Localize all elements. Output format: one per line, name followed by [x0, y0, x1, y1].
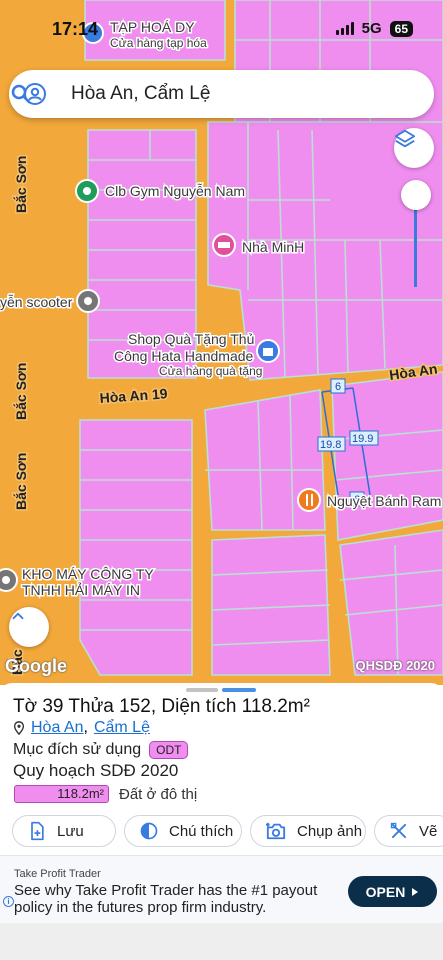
draw-tools-icon [390, 822, 407, 839]
purpose-code-badge: ODT [149, 741, 189, 759]
map-parcel [331, 371, 443, 541]
poi-name: Clb Gym Nguyễn Nam [105, 183, 245, 199]
action-row: Lưu Chú thích Chụp ảnh Vẽ [12, 815, 443, 847]
save-button[interactable]: Lưu [12, 815, 116, 847]
map-view[interactable]: Bắc Sơn Bắc Sơn Bắc Sơn Bắc Hòa An 19 Hò… [0, 0, 443, 685]
poi-name-line1: KHO MÁY CÔNG TY [22, 566, 154, 582]
collapse-button[interactable] [9, 607, 49, 647]
poi-name-line2: TNHH HẢI MÁY IN [22, 582, 140, 598]
layers-button[interactable] [394, 128, 434, 168]
ad-banner[interactable]: Take Profit Trader See why Take Profit T… [0, 855, 443, 923]
poi-name-line1: Shop Quà Tặng Thủ [128, 331, 254, 347]
district-link[interactable]: Cẩm Lệ [94, 719, 150, 737]
layers-icon [394, 129, 416, 148]
map-parcel [339, 529, 443, 676]
signal-icon [335, 22, 354, 35]
location-pin-icon [13, 721, 25, 735]
bottom-bar [0, 923, 443, 960]
dim-top: 6 [335, 381, 341, 393]
app-screen: Bắc Sơn Bắc Sơn Bắc Sơn Bắc Hòa An 19 Hò… [0, 0, 443, 960]
poi-category: Cửa hàng quà tặng [159, 364, 262, 378]
search-icon[interactable] [9, 82, 33, 106]
ad-open-label: OPEN [365, 883, 406, 900]
purpose-row: Mục đích sử dụng ODT [13, 741, 189, 759]
poi-scooter[interactable]: yễn scooter [0, 289, 100, 313]
status-time: 17:14 [52, 19, 99, 39]
dim-left: 19.8 [320, 439, 341, 451]
location-separator: , [83, 719, 88, 736]
ward-link[interactable]: Hòa An [31, 719, 83, 737]
draw-button[interactable]: Vẽ [374, 815, 443, 847]
opacity-slider-thumb[interactable] [401, 180, 431, 210]
ad-info-icon[interactable]: i [3, 896, 14, 907]
photo-button[interactable]: Chụp ảnh [250, 815, 366, 847]
legend-row: 118.2m² Đất ở đô thị [14, 785, 197, 803]
legend-swatch: 118.2m² [14, 785, 109, 803]
photo-label: Chụp ảnh [297, 822, 363, 840]
ad-open-button[interactable]: OPEN [348, 876, 437, 907]
poi-name: Nhà MinH [242, 239, 304, 255]
save-label: Lưu [57, 822, 84, 840]
map-source-label: QHSDĐ 2020 [355, 658, 435, 673]
poi-name: yễn scooter [0, 294, 73, 310]
camera-add-icon [266, 822, 286, 840]
legend-text: Đất ở đô thị [119, 785, 198, 803]
draw-label: Vẽ [419, 822, 438, 840]
poi-name: Nguyệt Bánh Ram [327, 493, 441, 509]
search-input[interactable]: Hòa An, Cẩm Lệ [71, 83, 210, 105]
parcel-location: Hòa An, Cẩm Lệ [13, 719, 150, 737]
road-label: Bắc Sơn [12, 156, 29, 213]
legend-label: Chú thích [169, 822, 234, 840]
status-indicators: 5G 65 [335, 20, 413, 37]
add-document-icon [31, 821, 44, 841]
contrast-icon [140, 822, 158, 840]
poi-kho-may[interactable]: KHO MÁY CÔNG TY TNHH HẢI MÁY IN [0, 565, 156, 600]
ad-text[interactable]: See why Take Profit Trader has the #1 pa… [14, 882, 339, 916]
sheet-page-indicator-active[interactable] [222, 688, 256, 692]
road-label: Bắc Sơn [12, 453, 29, 510]
chevron-up-icon [12, 612, 24, 620]
parcel-title: Tờ 39 Thửa 152, Diện tích 118.2m² [13, 696, 310, 717]
legend-button[interactable]: Chú thích [124, 815, 242, 847]
plan-label: Quy hoạch SDĐ 2020 [13, 761, 179, 780]
google-logo: Google [5, 656, 67, 676]
search-bar[interactable]: Hòa An, Cẩm Lệ [9, 70, 434, 118]
play-arrow-icon [412, 887, 419, 896]
sheet-page-indicator[interactable] [186, 688, 218, 692]
battery-icon: 65 [389, 20, 413, 37]
ad-brand: Take Profit Trader [14, 868, 101, 880]
network-type: 5G [361, 20, 382, 37]
purpose-label: Mục đích sử dụng [13, 741, 142, 758]
road-label: Hòa An 19 [99, 385, 168, 406]
map-parcel [79, 419, 193, 676]
status-bar: 17:14 5G 65 [0, 0, 443, 60]
road-label: Bắc Sơn [12, 363, 29, 420]
dim-right: 19.9 [352, 433, 373, 445]
poi-name-line2: Công Hata Handmade [114, 348, 254, 364]
